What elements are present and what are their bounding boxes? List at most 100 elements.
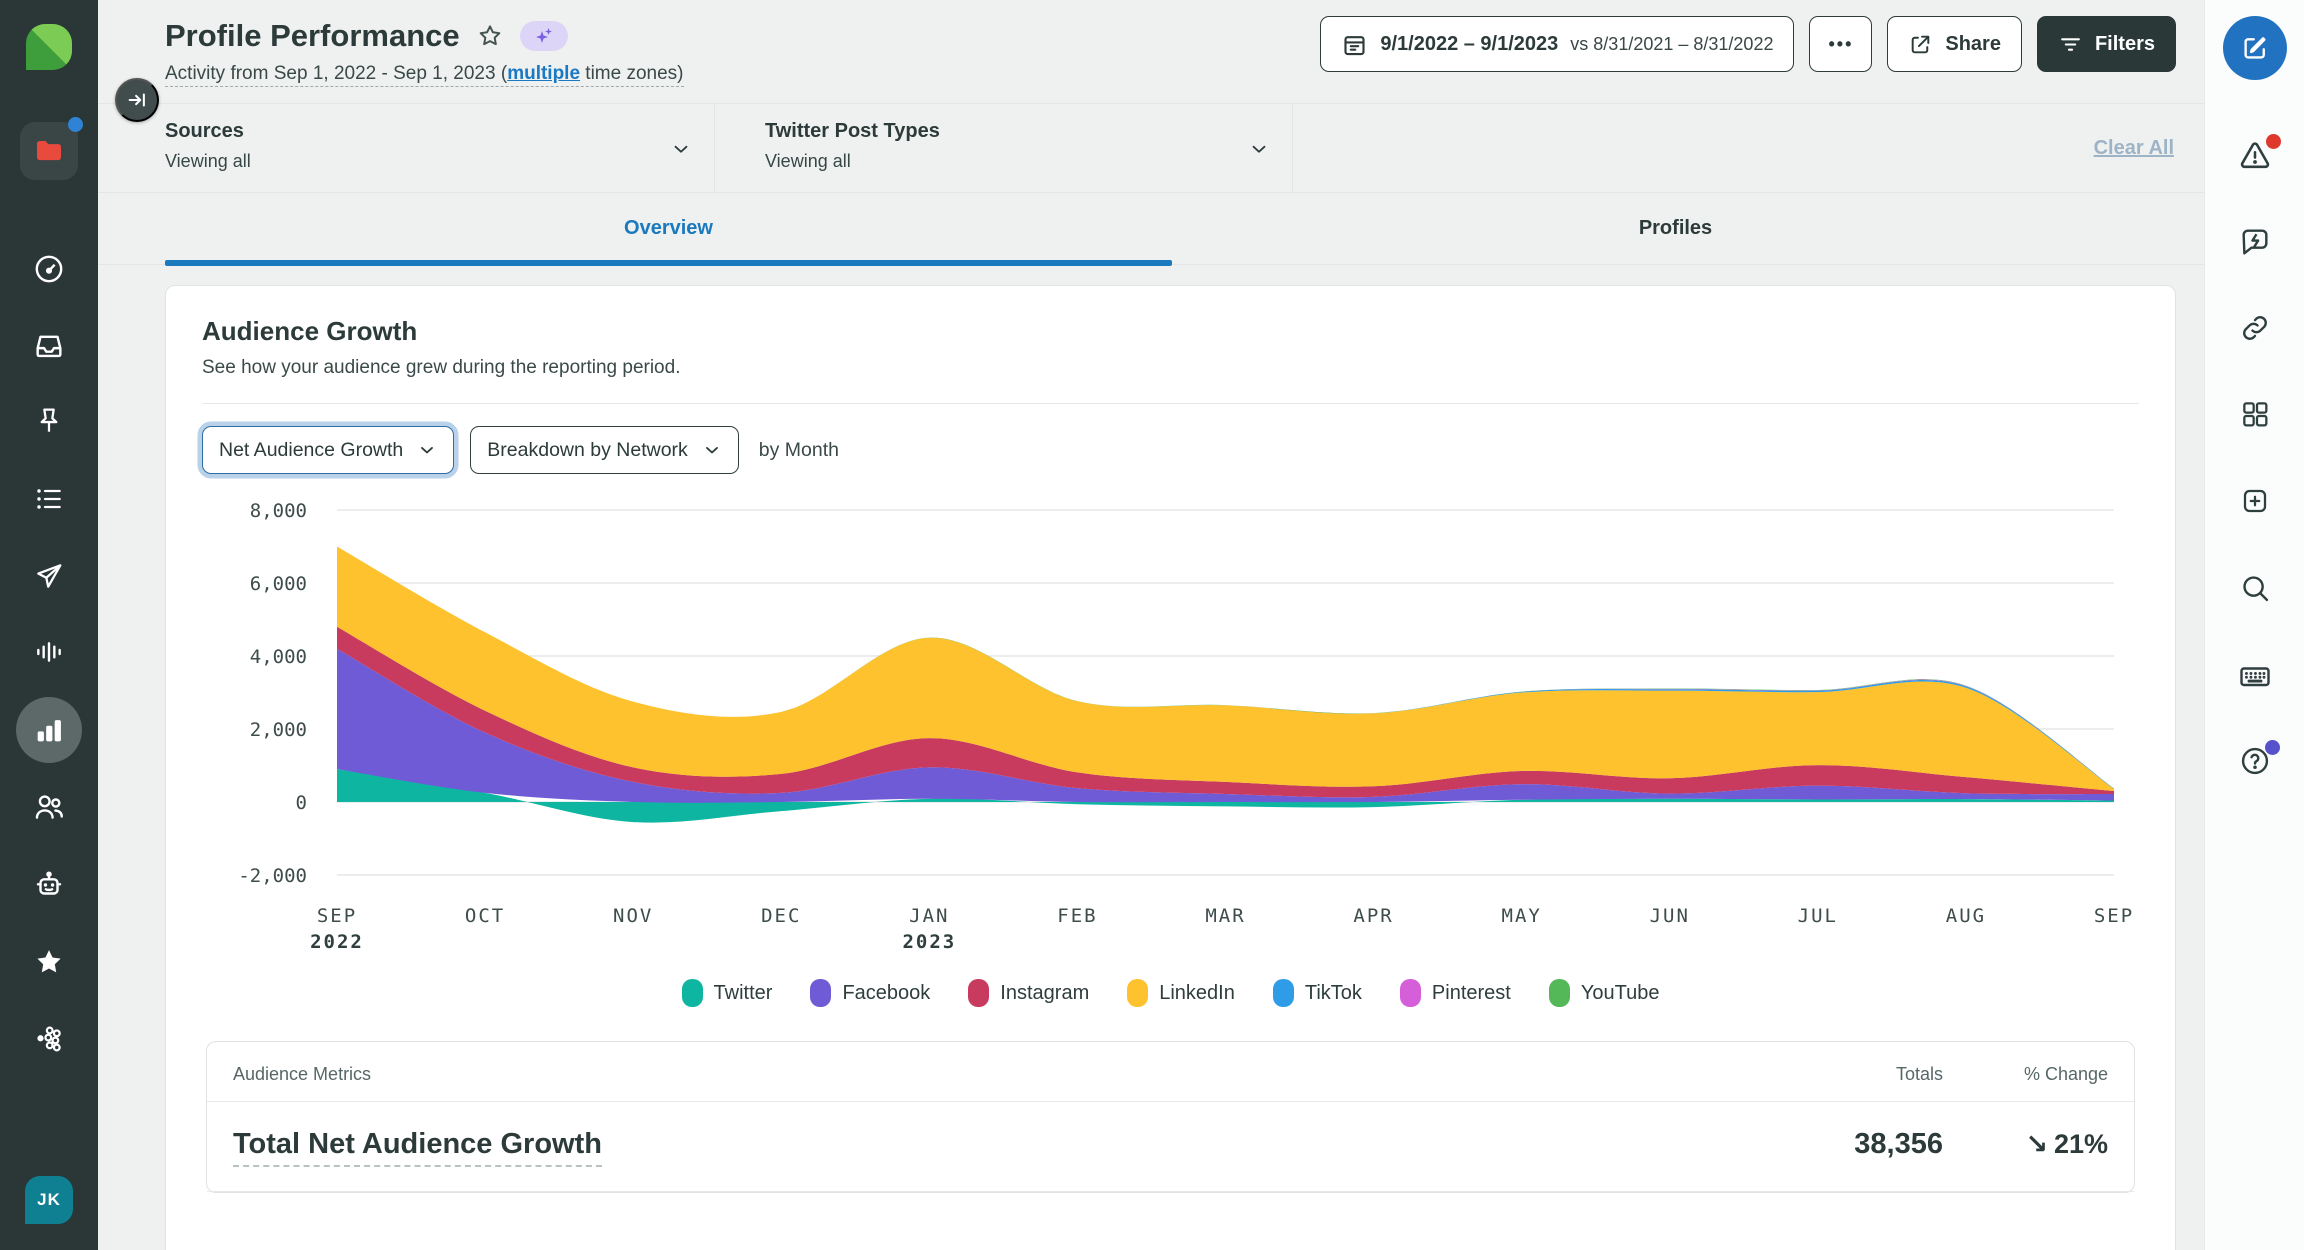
svg-text:JUN: JUN xyxy=(1650,905,1690,927)
legend-label: Instagram xyxy=(1000,981,1090,1004)
legend-item-linkedin[interactable]: LinkedIn xyxy=(1127,979,1235,1007)
link-icon xyxy=(2242,316,2267,340)
metric-select[interactable]: Net Audience Growth xyxy=(202,426,455,474)
date-compare-value: vs 8/31/2021 – 8/31/2022 xyxy=(1570,33,1774,54)
sidebar-item-reports-active[interactable] xyxy=(16,697,82,763)
alerts-button[interactable] xyxy=(2237,134,2281,174)
sidebar-item-people[interactable] xyxy=(32,790,66,824)
breakdown-select[interactable]: Breakdown by Network xyxy=(470,426,739,474)
ai-assist-badge[interactable] xyxy=(519,21,568,51)
sidebar-item-tasks[interactable] xyxy=(33,483,65,515)
chart-legend: Twitter Facebook Instagram LinkedIn TikTok Pi… xyxy=(166,979,2175,1007)
svg-text:-2,000: -2,000 xyxy=(238,865,307,887)
granularity-label: by Month xyxy=(758,438,840,461)
folder-icon xyxy=(37,141,61,161)
svg-text:NOV: NOV xyxy=(613,905,653,927)
keyboard-shortcuts-button[interactable] xyxy=(2237,658,2273,694)
bar-chart-icon xyxy=(37,720,61,742)
stacked-area-chart: 8,000 6,000 4,000 2,000 0 -2,000 SEP 2022 OCT NOV… xyxy=(238,500,2132,953)
legend-item-tiktok[interactable]: TikTok xyxy=(1272,979,1362,1007)
svg-text:2,000: 2,000 xyxy=(250,719,307,741)
sprout-logo-icon[interactable] xyxy=(24,22,74,72)
gauge-icon xyxy=(35,255,63,283)
chat-lightning-icon xyxy=(2241,229,2268,255)
legend-item-facebook[interactable]: Facebook xyxy=(810,979,930,1007)
more-options-button[interactable]: ••• xyxy=(1809,16,1873,72)
audience-growth-chart: 8,000 6,000 4,000 2,000 0 -2,000 SEP 2022 OCT NOV… xyxy=(166,480,2175,969)
sidebar-item-integrations[interactable] xyxy=(32,1022,66,1056)
metric-total: 38,356 xyxy=(1854,1128,1943,1160)
active-tab-indicator xyxy=(165,259,1172,266)
clear-all-link[interactable]: Clear All xyxy=(2094,137,2204,160)
card-title: Audience Growth xyxy=(202,316,418,346)
svg-text:JAN: JAN xyxy=(909,905,949,927)
legend-item-pinterest[interactable]: Pinterest xyxy=(1399,979,1511,1007)
legend-item-instagram[interactable]: Instagram xyxy=(968,979,1089,1007)
table-title: Audience Metrics xyxy=(233,1064,372,1084)
column-header-totals: Totals xyxy=(1895,1064,1943,1084)
column-header-change: % Change xyxy=(2023,1064,2108,1084)
filters-button[interactable]: Filters xyxy=(2036,16,2176,72)
date-range-button[interactable]: 9/1/2022 – 9/1/2023 vs 8/31/2021 – 8/31/… xyxy=(1320,16,1795,72)
legend-swatch xyxy=(681,979,703,1007)
calendar-icon xyxy=(1344,35,1365,55)
square-plus-icon xyxy=(2243,489,2266,513)
legend-item-youtube[interactable]: YouTube xyxy=(1548,979,1660,1007)
metric-change: ↘ 21% xyxy=(1943,1129,2108,1160)
svg-text:8,000: 8,000 xyxy=(250,500,307,522)
quick-replies-button[interactable] xyxy=(2238,225,2272,259)
sidebar-item-dashboard[interactable] xyxy=(32,252,66,286)
favorite-star-button[interactable] xyxy=(476,22,504,50)
dots-cluster-icon xyxy=(37,1026,61,1052)
page-title: Profile Performance xyxy=(165,18,460,53)
sidebar-expand-toggle[interactable] xyxy=(115,78,159,122)
metric-select-value: Net Audience Growth xyxy=(219,438,404,461)
legend-label: Pinterest xyxy=(1431,981,1511,1004)
metric-change-value: 21% xyxy=(2053,1129,2108,1159)
metric-label: Total Net Audience Growth xyxy=(233,1128,1813,1167)
help-button[interactable] xyxy=(2238,740,2280,778)
legend-label: TikTok xyxy=(1304,981,1362,1004)
sidebar-item-favorites[interactable] xyxy=(32,945,66,979)
sidebar-item-automation[interactable] xyxy=(32,868,66,902)
legend-swatch xyxy=(1548,979,1570,1007)
share-label: Share xyxy=(1945,32,2001,55)
chevron-down-icon xyxy=(1248,138,1270,165)
tab-overview[interactable]: Overview xyxy=(165,193,1172,264)
star-outline-icon xyxy=(479,25,500,46)
compose-button[interactable] xyxy=(2222,16,2287,80)
sidebar-item-listening[interactable] xyxy=(33,636,65,668)
folder-button[interactable] xyxy=(20,117,83,180)
legend-item-twitter[interactable]: Twitter xyxy=(681,979,772,1007)
search-button[interactable] xyxy=(2238,571,2272,605)
svg-text:FEB: FEB xyxy=(1057,905,1097,927)
user-avatar[interactable]: JK xyxy=(25,1176,73,1224)
card-description: See how your audience grew during the re… xyxy=(202,357,681,378)
sidebar-item-publishing[interactable] xyxy=(33,560,65,592)
twitter-post-types-value: Viewing all xyxy=(765,151,851,171)
sources-filter-label: Sources xyxy=(165,120,244,142)
twitter-post-types-filter[interactable]: Twitter Post Types Viewing all xyxy=(715,104,1293,192)
apps-grid-button[interactable] xyxy=(2239,398,2271,430)
share-button[interactable]: Share xyxy=(1887,16,2022,72)
audience-growth-card: Audience Growth See how your audience gr… xyxy=(165,285,2176,1250)
expand-arrow-icon xyxy=(128,93,145,107)
sidebar-item-pinned[interactable] xyxy=(33,405,65,437)
legend-label: YouTube xyxy=(1580,981,1660,1004)
sidebar-item-inbox[interactable] xyxy=(32,329,66,363)
date-range-value: 9/1/2022 – 9/1/2023 xyxy=(1380,32,1559,55)
legend-swatch xyxy=(1399,979,1421,1007)
sources-filter[interactable]: Sources Viewing all xyxy=(98,104,715,192)
legend-label: Facebook xyxy=(842,981,931,1004)
tab-profiles[interactable]: Profiles xyxy=(1172,193,2179,264)
add-widget-button[interactable] xyxy=(2239,485,2271,517)
svg-text:OCT: OCT xyxy=(465,905,505,927)
more-options-icon: ••• xyxy=(1828,33,1854,54)
table-row: Total Net Audience Growth 38,356 ↘ 21% xyxy=(207,1102,2134,1192)
svg-text:SEP: SEP xyxy=(2094,905,2132,927)
pin-icon xyxy=(40,408,58,432)
sparkles-icon xyxy=(535,28,552,43)
filters-label: Filters xyxy=(2094,32,2155,55)
link-button[interactable] xyxy=(2238,311,2272,345)
multiple-timezones-link[interactable]: multiple xyxy=(507,63,580,84)
